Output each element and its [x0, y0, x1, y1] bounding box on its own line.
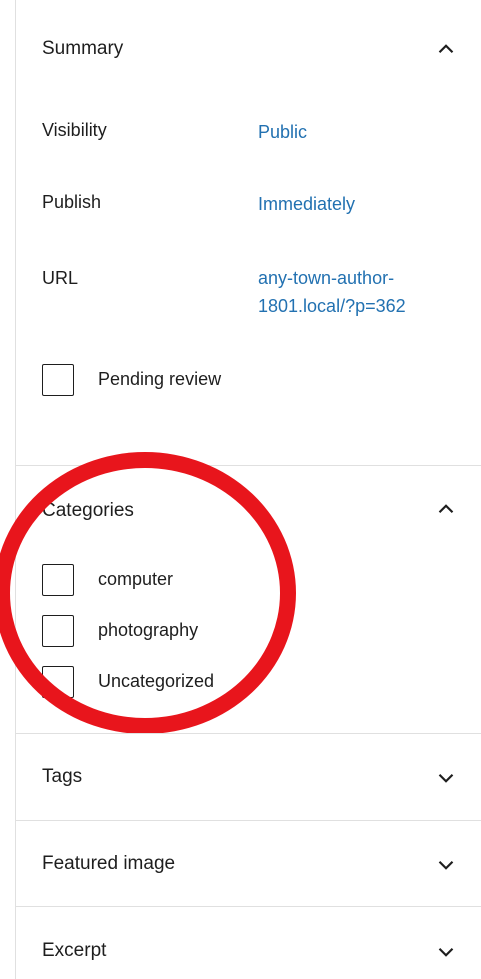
sidebar-left-border: [15, 0, 16, 979]
featured-image-panel-title[interactable]: Featured image: [42, 853, 175, 875]
divider: [15, 820, 481, 821]
category-checkbox-uncategorized[interactable]: [42, 666, 74, 698]
chevron-down-icon[interactable]: [433, 852, 459, 878]
divider: [15, 906, 481, 907]
url-label: URL: [42, 268, 79, 288]
divider: [15, 465, 481, 466]
chevron-up-icon[interactable]: [433, 36, 459, 62]
categories-panel-title[interactable]: Categories: [42, 500, 134, 522]
visibility-value-link[interactable]: Public: [258, 120, 307, 144]
category-checkbox-computer[interactable]: [42, 564, 74, 596]
url-value-link[interactable]: any-town-author- 1801.local/?p=362: [258, 266, 406, 318]
chevron-down-icon[interactable]: [433, 939, 459, 965]
chevron-up-icon[interactable]: [433, 496, 459, 522]
category-label: photography: [98, 620, 199, 640]
category-label: computer: [98, 569, 174, 589]
chevron-down-icon[interactable]: [433, 765, 459, 791]
url-line-2: 1801.local/?p=362: [258, 296, 406, 316]
tags-panel-title[interactable]: Tags: [42, 766, 82, 788]
divider: [15, 733, 481, 734]
summary-panel-title[interactable]: Summary: [42, 38, 123, 60]
url-line-1: any-town-author-: [258, 268, 395, 288]
pending-review-label: Pending review: [98, 369, 222, 389]
excerpt-panel-title[interactable]: Excerpt: [42, 940, 106, 962]
category-checkbox-photography[interactable]: [42, 615, 74, 647]
visibility-label: Visibility: [42, 120, 107, 140]
publish-value-link[interactable]: Immediately: [258, 192, 355, 216]
category-label: Uncategorized: [98, 671, 215, 691]
pending-review-checkbox[interactable]: [42, 364, 74, 396]
publish-label: Publish: [42, 192, 102, 212]
